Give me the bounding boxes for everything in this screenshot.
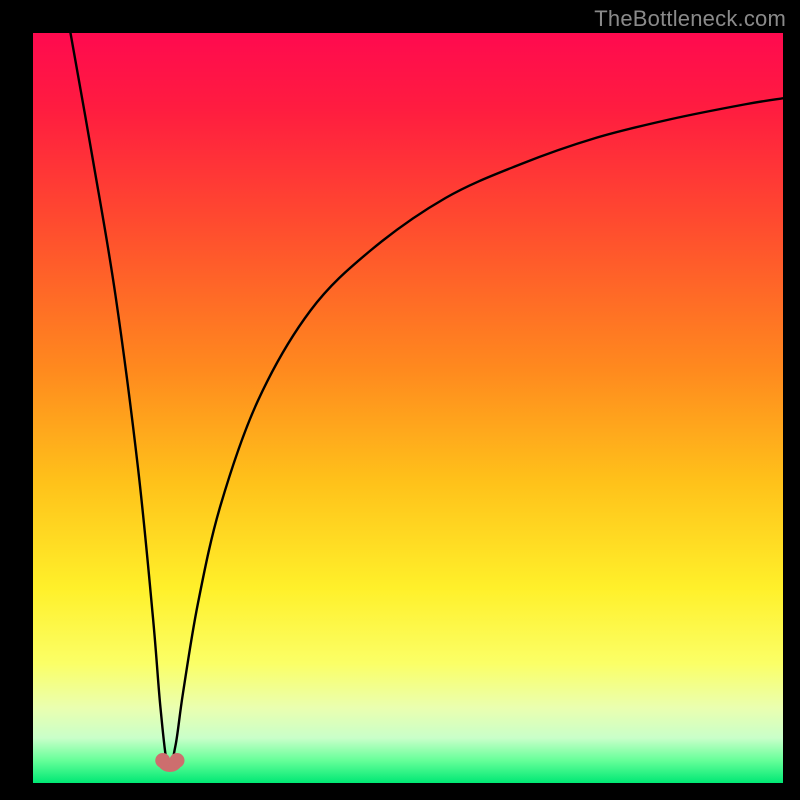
watermark-text: TheBottleneck.com [594,6,786,32]
outer-frame: TheBottleneck.com [0,0,800,800]
curve-layer [33,33,783,783]
min-marker-2 [170,753,185,768]
plot-area [33,33,783,783]
bottleneck-curve [71,33,784,769]
min-marker-1 [155,753,170,768]
